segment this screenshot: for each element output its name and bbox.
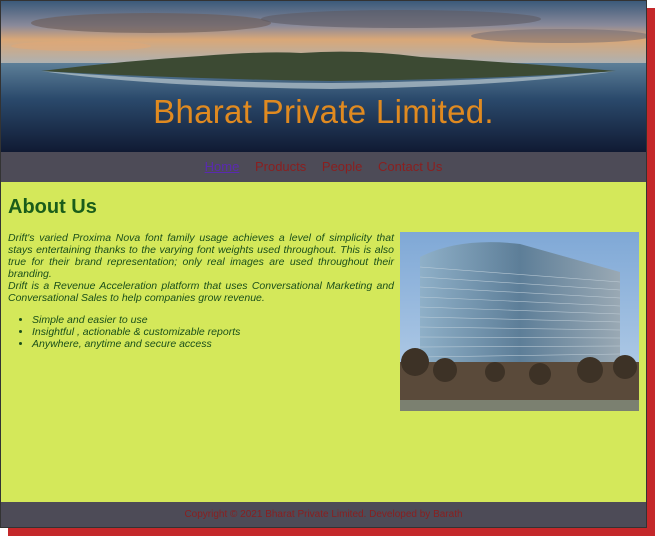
nav-link-products[interactable]: Products [255,152,306,182]
feature-list-item: Simple and easier to use [32,314,418,326]
site-title: Bharat Private Limited. [153,93,494,130]
copyright-text: Copyright © 2021 Bharat Private Limited.… [184,509,463,520]
feature-list-item: Insightful , actionable & customizable r… [32,326,418,338]
footer: Copyright © 2021 Bharat Private Limited.… [1,502,646,527]
main-navigation: Home Products People Contact Us [1,152,646,182]
header-banner: Bharat Private Limited. [1,1,646,152]
office-building-image [400,232,639,411]
nav-link-people[interactable]: People [322,152,362,182]
about-paragraph-1: Drift's varied Proxima Nova font family … [8,232,394,280]
about-section: About Us Drift's varied Proxima Nova fon… [1,182,646,502]
nav-link-contact-us[interactable]: Contact Us [378,152,442,182]
feature-list-item: Anywhere, anytime and secure access [32,338,418,350]
feature-list: Simple and easier to use Insightful , ac… [8,314,418,350]
about-description: Drift's varied Proxima Nova font family … [8,232,394,304]
about-heading: About Us [8,196,97,218]
page-container: Bharat Private Limited. Home Products Pe… [0,0,647,528]
about-paragraph-2: Drift is a Revenue Acceleration platform… [8,280,394,304]
nav-link-home[interactable]: Home [205,152,240,182]
